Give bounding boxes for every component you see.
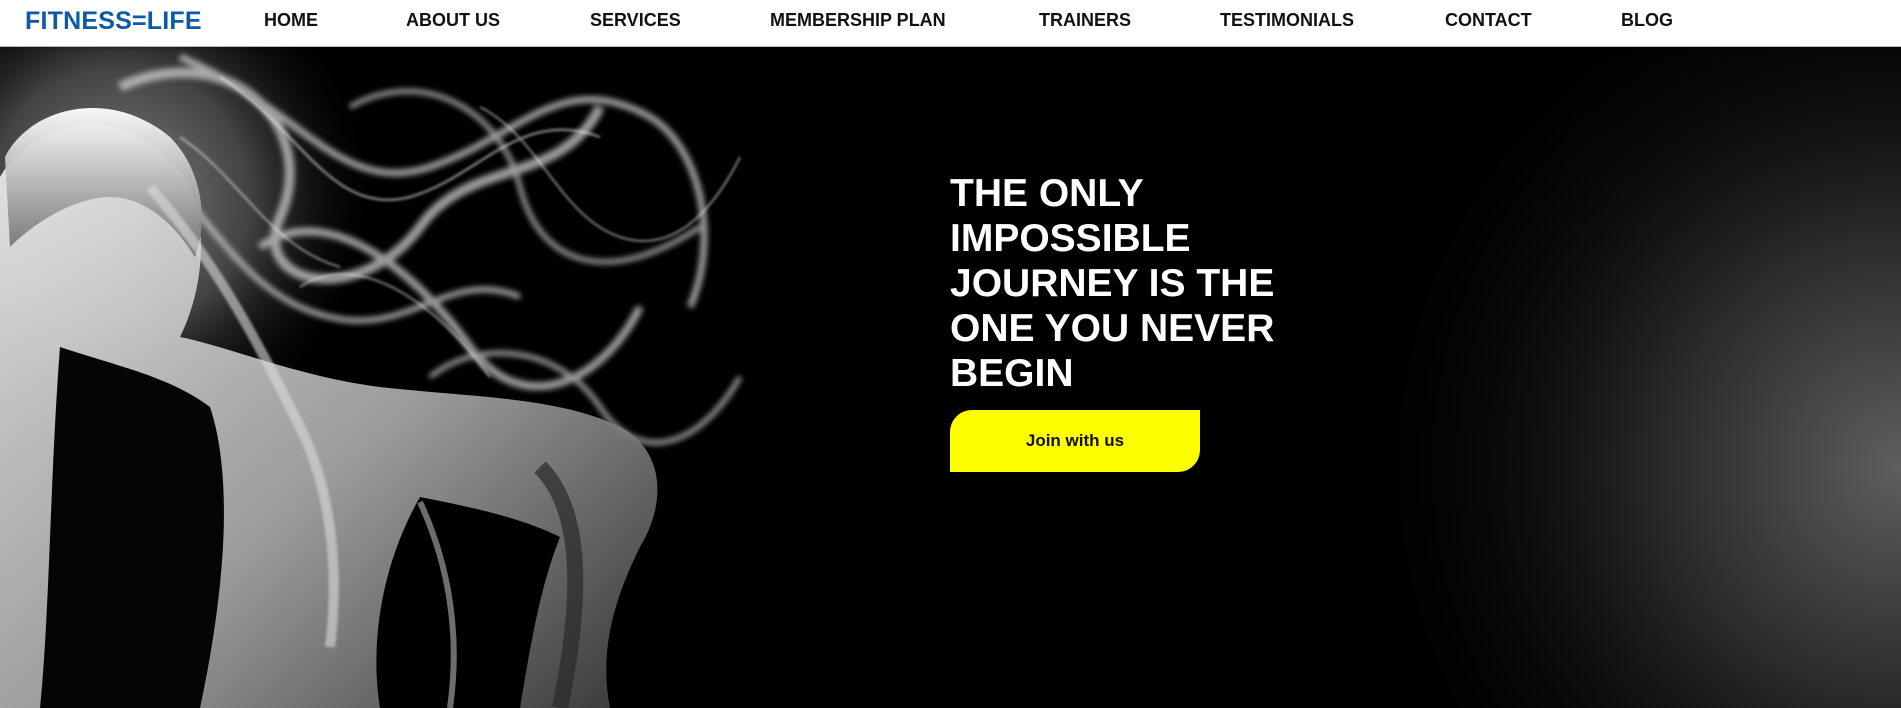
nav-item-contact[interactable]: CONTACT (1445, 10, 1532, 31)
nav-item-trainers[interactable]: TRAINERS (1039, 10, 1131, 31)
hero-headline: THE ONLY IMPOSSIBLE JOURNEY IS THE ONE Y… (950, 172, 1275, 395)
nav-item-home[interactable]: HOME (264, 10, 318, 31)
join-with-us-button[interactable]: Join with us (950, 410, 1200, 472)
hero-section: THE ONLY IMPOSSIBLE JOURNEY IS THE ONE Y… (0, 47, 1901, 708)
nav-item-blog[interactable]: BLOG (1621, 10, 1673, 31)
brand-logo[interactable]: FITNESS=LIFE (25, 7, 202, 36)
nav-item-about-us[interactable]: ABOUT US (406, 10, 500, 31)
nav-item-testimonials[interactable]: TESTIMONIALS (1220, 10, 1354, 31)
nav-item-membership-plan[interactable]: MEMBERSHIP PLAN (770, 10, 946, 31)
top-navigation-bar: FITNESS=LIFE HOME ABOUT US SERVICES MEMB… (0, 0, 1901, 47)
nav-item-services[interactable]: SERVICES (590, 10, 681, 31)
